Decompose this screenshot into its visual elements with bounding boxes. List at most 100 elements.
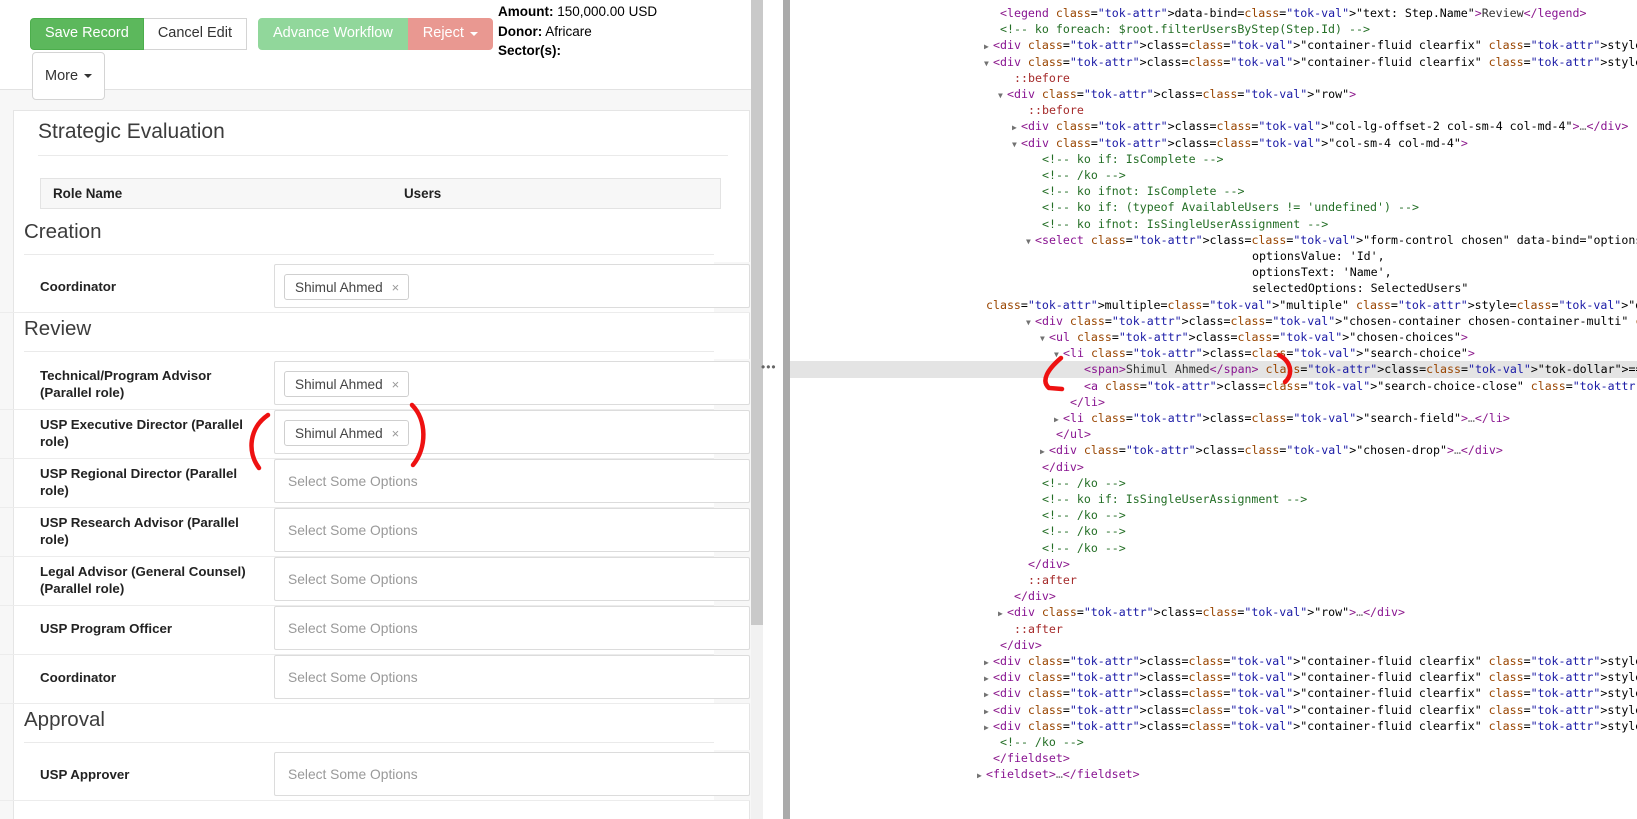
dom-line[interactable]: class="tok-attr">multiple=class="tok-val… xyxy=(790,297,1637,313)
dom-line[interactable]: <!-- /ko --> xyxy=(790,475,1637,491)
dom-line[interactable]: <!-- /ko --> xyxy=(790,523,1637,539)
screen: Save Record Cancel Edit Advance Workflow… xyxy=(0,0,1637,819)
user-multiselect[interactable]: Shimul Ahmed × xyxy=(274,264,750,308)
donor-line: Donor: Africare xyxy=(498,22,657,42)
dom-line[interactable]: <!-- /ko --> xyxy=(790,507,1637,523)
selected-user-chip[interactable]: Shimul Ahmed × xyxy=(284,420,410,446)
advance-workflow-button[interactable]: Advance Workflow xyxy=(257,18,408,50)
dom-line[interactable]: ::before xyxy=(790,70,1637,86)
dom-line[interactable]: <div class="tok-attr">class=class="tok-v… xyxy=(790,313,1637,329)
role-name-label: USP Approver xyxy=(40,767,130,782)
record-action-toolbar: Save Record Cancel Edit Advance Workflow… xyxy=(0,0,763,100)
dom-line[interactable]: ::after xyxy=(790,621,1637,637)
dom-line[interactable]: <!-- ko if: (typeof AvailableUsers != 'u… xyxy=(790,199,1637,215)
dom-line[interactable]: <div class="tok-attr">class=class="tok-v… xyxy=(790,54,1637,70)
dom-line[interactable]: <!-- ko foreach: $root.filterUsersByStep… xyxy=(790,21,1637,37)
dom-line[interactable]: optionsValue: 'Id', xyxy=(790,248,1637,264)
multiselect-placeholder: Select Some Options xyxy=(288,669,418,685)
dom-line[interactable]: optionsText: 'Name', xyxy=(790,264,1637,280)
dom-line[interactable]: </li> xyxy=(790,394,1637,410)
dom-line[interactable]: <a class="tok-attr">class=class="tok-val… xyxy=(790,378,1637,394)
dom-line[interactable]: <div class="tok-attr">class=class="tok-v… xyxy=(790,86,1637,102)
sector-line: Sector(s): xyxy=(498,41,657,61)
dom-line[interactable]: <!-- /ko --> xyxy=(790,540,1637,556)
user-multiselect[interactable]: Select Some Options xyxy=(274,459,750,503)
user-multiselect[interactable]: Shimul Ahmed × xyxy=(274,410,750,454)
dom-line[interactable]: <select class="tok-attr">class=class="to… xyxy=(790,232,1637,248)
role-name-label: Coordinator xyxy=(40,279,117,294)
dom-line[interactable]: <!-- ko ifnot: IsSingleUserAssignment --… xyxy=(790,216,1637,232)
dom-line[interactable]: <div class="tok-attr">class=class="tok-v… xyxy=(790,37,1637,53)
advance-workflow-label: Advance Workflow xyxy=(272,25,393,42)
dom-line[interactable]: <div class="tok-attr">class=class="tok-v… xyxy=(790,118,1637,134)
disclosure-triangle[interactable] xyxy=(977,768,986,784)
dom-line[interactable]: <div class="tok-attr">class=class="tok-v… xyxy=(790,669,1637,685)
user-multiselect[interactable]: Select Some Options xyxy=(274,508,750,552)
dom-line[interactable]: <span>Shimul Ahmed</span> class="tok-att… xyxy=(790,361,1637,378)
dom-line[interactable]: ::before xyxy=(790,102,1637,118)
dom-line[interactable]: <!-- ko ifnot: IsComplete --> xyxy=(790,183,1637,199)
user-multiselect[interactable]: Select Some Options xyxy=(274,557,750,601)
divider-grip[interactable] xyxy=(783,0,790,819)
user-multiselect[interactable]: Select Some Options xyxy=(274,606,750,650)
dom-line[interactable]: <legend class="tok-attr">data-bind=class… xyxy=(790,5,1637,21)
dom-line[interactable]: <div class="tok-attr">class=class="tok-v… xyxy=(790,135,1637,151)
dom-line[interactable]: <!-- /ko --> xyxy=(790,734,1637,750)
dom-line[interactable]: <fieldset>…</fieldset> xyxy=(790,766,1637,782)
remove-user-icon[interactable]: × xyxy=(392,378,400,391)
dom-line[interactable]: </ul> xyxy=(790,426,1637,442)
more-button[interactable]: More xyxy=(32,52,106,100)
roles-table-header: Role Name Users xyxy=(40,178,721,209)
row-separator xyxy=(0,800,750,801)
reject-button[interactable]: Reject xyxy=(407,18,493,50)
selected-user-name: Shimul Ahmed xyxy=(295,279,383,295)
dom-line[interactable]: <div class="tok-attr">class=class="tok-v… xyxy=(790,702,1637,718)
dom-line[interactable]: <div class="tok-attr">class=class="tok-v… xyxy=(790,685,1637,701)
step-heading-creation: Creation xyxy=(24,220,102,243)
user-multiselect[interactable]: Shimul Ahmed × xyxy=(274,361,750,405)
column-header-role-name: Role Name xyxy=(53,186,123,201)
dom-line[interactable]: </div> xyxy=(790,556,1637,572)
record-summary: Amount: 150,000.00 USD Donor: Africare S… xyxy=(498,2,657,61)
dom-tree[interactable]: <legend class="tok-attr">data-bind=class… xyxy=(790,0,1637,819)
dom-line[interactable]: </div> xyxy=(790,588,1637,604)
user-multiselect[interactable]: Select Some Options xyxy=(274,655,750,699)
role-name-label: Coordinator xyxy=(40,670,117,685)
step-heading-approval: Approval xyxy=(24,708,105,731)
web-page-viewport: Save Record Cancel Edit Advance Workflow… xyxy=(0,0,763,819)
devtools-split-divider[interactable] xyxy=(764,0,790,819)
dom-line[interactable]: <!-- ko if: IsComplete --> xyxy=(790,151,1637,167)
multiselect-placeholder: Select Some Options xyxy=(288,620,418,636)
dom-line[interactable]: </fieldset> xyxy=(790,750,1637,766)
dom-line[interactable]: </div> xyxy=(790,459,1637,475)
dom-line[interactable]: <!-- /ko --> xyxy=(790,167,1637,183)
dom-line[interactable]: <li class="tok-attr">class=class="tok-va… xyxy=(790,345,1637,361)
dom-line[interactable]: <div class="tok-attr">class=class="tok-v… xyxy=(790,442,1637,458)
dom-line[interactable]: <li class="tok-attr">class=class="tok-va… xyxy=(790,410,1637,426)
page-title: Strategic Evaluation xyxy=(38,120,225,143)
dom-line[interactable]: <div class="tok-attr">class=class="tok-v… xyxy=(790,653,1637,669)
amount-value: 150,000.00 USD xyxy=(557,4,658,19)
selected-user-chip[interactable]: Shimul Ahmed × xyxy=(284,274,410,300)
dom-line[interactable]: selectedOptions: SelectedUsers" xyxy=(790,280,1637,296)
multiselect-placeholder: Select Some Options xyxy=(288,571,418,587)
selected-user-chip[interactable]: Shimul Ahmed × xyxy=(284,371,410,397)
page-vertical-scrollbar[interactable] xyxy=(751,0,763,819)
primary-button-group: Save Record Cancel Edit Advance Workflow… xyxy=(30,18,493,50)
selected-user-name: Shimul Ahmed xyxy=(295,376,383,392)
cancel-edit-button[interactable]: Cancel Edit xyxy=(143,18,247,50)
dom-line[interactable]: <div class="tok-attr">class=class="tok-v… xyxy=(790,718,1637,734)
row-separator xyxy=(0,312,750,313)
dom-breadcrumb-ellipsis[interactable]: ••• xyxy=(761,360,777,374)
dom-line[interactable]: </div> xyxy=(790,637,1637,653)
remove-user-icon[interactable]: × xyxy=(392,427,400,440)
dom-line[interactable]: ::after xyxy=(790,572,1637,588)
dom-line[interactable]: <!-- ko if: IsSingleUserAssignment --> xyxy=(790,491,1637,507)
dom-line[interactable]: <ul class="tok-attr">class=class="tok-va… xyxy=(790,329,1637,345)
remove-user-icon[interactable]: × xyxy=(392,281,400,294)
dom-line[interactable]: <div class="tok-attr">class=class="tok-v… xyxy=(790,604,1637,620)
save-record-button[interactable]: Save Record xyxy=(30,18,144,50)
user-multiselect[interactable]: Select Some Options xyxy=(274,752,750,796)
page-scrollbar-thumb[interactable] xyxy=(751,0,763,625)
sector-label: Sector(s): xyxy=(498,43,562,58)
